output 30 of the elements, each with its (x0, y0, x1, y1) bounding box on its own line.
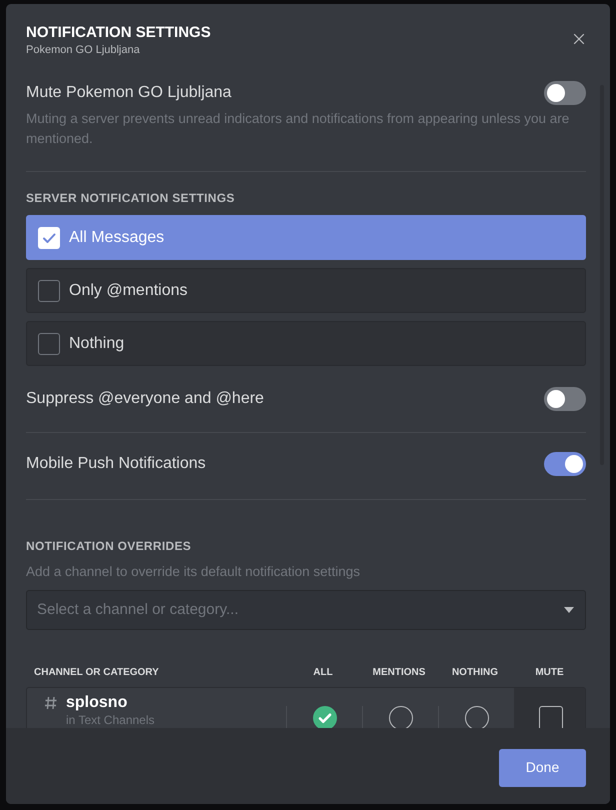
column-header: MUTE (535, 667, 564, 679)
dialog-subtitle: Pokemon GO Ljubljana (26, 43, 141, 57)
column-header: MENTIONS (372, 667, 426, 679)
toggle-switch[interactable] (544, 81, 586, 105)
overrides-description: Add a channel to override its default notification settings (26, 564, 361, 580)
dialog-title: NOTIFICATION SETTINGS (26, 23, 211, 43)
toggle-label: Suppress @everyone and @here (26, 389, 264, 409)
column-header: CHANNEL OR CATEGORY (33, 667, 159, 679)
toggle-label: Mobile Push Notifications (26, 454, 206, 474)
checkbox-icon (38, 332, 60, 354)
mute-label: Mute Pokemon GO Ljubljana (26, 83, 232, 103)
hash-icon (45, 696, 57, 710)
caret-icon (564, 607, 574, 613)
channel-name: splosno (66, 693, 128, 713)
section-heading: SERVER NOTIFICATION SETTINGS (26, 190, 236, 206)
radio-option[interactable]: Nothing (26, 321, 586, 366)
radio-option[interactable]: Only @mentions (26, 268, 586, 313)
done-button[interactable]: Done (499, 748, 586, 786)
checkbox-icon (38, 280, 60, 302)
section-heading: NOTIFICATION OVERRIDES (26, 538, 192, 554)
mute-description: Muting a server prevents unread indicators and notifications from appearing unless you are mentioned. (26, 110, 570, 148)
channel-select[interactable]: Select a channel or category... (26, 590, 586, 630)
radio-button[interactable] (312, 706, 336, 728)
toggle-switch[interactable] (544, 387, 586, 411)
column-header: NOTHING (452, 667, 498, 679)
radio-option[interactable]: All Messages (26, 215, 586, 260)
channel-category: in Text Channels (66, 713, 154, 727)
toggle-switch[interactable] (544, 452, 586, 476)
column-header: ALL (313, 667, 333, 679)
checkbox-icon (38, 226, 60, 248)
